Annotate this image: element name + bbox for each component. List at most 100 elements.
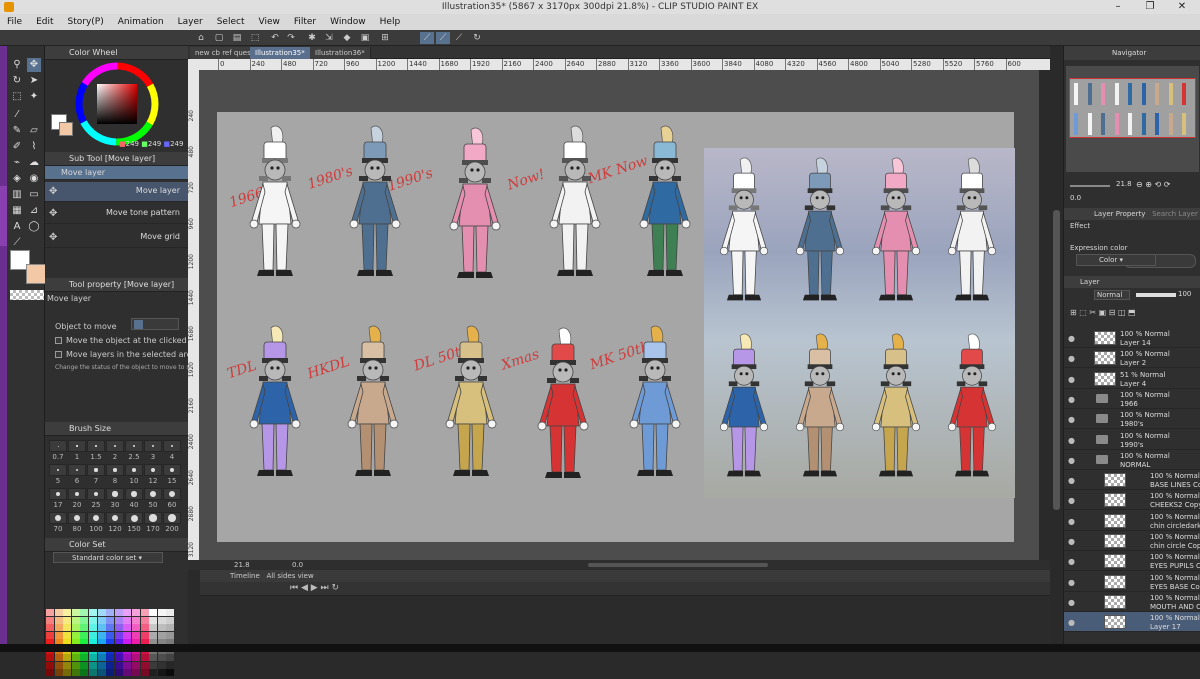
brush-size-option[interactable]	[68, 464, 86, 476]
color-wheel[interactable]	[75, 62, 159, 146]
menu-file[interactable]: File	[0, 14, 29, 30]
color-swatch[interactable]	[140, 624, 149, 631]
layer-visibility-icon[interactable]: ●	[1068, 334, 1075, 343]
color-swatch[interactable]	[89, 669, 97, 676]
menu-animation[interactable]: Animation	[111, 14, 171, 30]
color-swatch[interactable]	[63, 624, 72, 631]
blend-mode-dropdown[interactable]: Normal	[1094, 290, 1130, 300]
brush-size-option[interactable]	[163, 512, 181, 524]
brush-size-option[interactable]	[87, 440, 105, 452]
color-swatch[interactable]	[157, 631, 166, 639]
layer-visibility-icon[interactable]: ●	[1068, 395, 1075, 404]
layer-actions-icon[interactable]: ⊞ ⬚ ✂ ▣ ⊟ ◫ ⬒	[1070, 308, 1136, 317]
redo-icon[interactable]: ↷	[284, 32, 298, 44]
color-swatch[interactable]	[123, 654, 132, 661]
color-swatch[interactable]	[166, 669, 175, 676]
brush-tool-icon[interactable]: ⌇	[27, 140, 41, 154]
checkbox[interactable]	[55, 351, 62, 358]
zoom-tool-icon[interactable]: ⚲	[10, 58, 24, 72]
color-swatch[interactable]	[54, 631, 63, 639]
minimize-button[interactable]: –	[1102, 0, 1134, 14]
color-swatch[interactable]	[97, 631, 106, 639]
brush-size-option[interactable]	[125, 464, 143, 476]
menu-filter[interactable]: Filter	[287, 14, 323, 30]
brush-size-option[interactable]	[106, 488, 124, 500]
color-set-dropdown[interactable]: Standard color set ▾	[53, 552, 163, 563]
balloon-tool-icon[interactable]: ◯	[27, 220, 41, 234]
selection-tool-icon[interactable]: ⬚	[10, 90, 24, 104]
brush-size-option[interactable]	[87, 488, 105, 500]
color-swatch[interactable]	[149, 616, 158, 624]
figure-tool-icon[interactable]: ▭	[27, 188, 41, 202]
brush-size-option[interactable]	[144, 464, 162, 476]
brush-size-option[interactable]	[49, 440, 67, 452]
layer-row[interactable]: ● 100 % Normal Layer 17	[1064, 612, 1200, 633]
vertical-scroll-thumb[interactable]	[1053, 210, 1060, 510]
color-swatch[interactable]	[166, 624, 175, 631]
color-swatch[interactable]	[140, 661, 149, 669]
brush-size-option[interactable]	[49, 512, 67, 524]
color-swatch[interactable]	[89, 661, 97, 669]
color-swatch[interactable]	[63, 631, 72, 639]
layer-row[interactable]: ● 100 % Normal NORMAL	[1064, 450, 1200, 470]
color-swatch[interactable]	[97, 669, 106, 676]
navigator-preview[interactable]	[1066, 66, 1199, 172]
color-swatch[interactable]	[123, 661, 132, 669]
color-swatch[interactable]	[46, 616, 54, 624]
color-swatch[interactable]	[97, 661, 106, 669]
color-swatch[interactable]	[46, 631, 54, 639]
brush-size-option[interactable]	[49, 488, 67, 500]
option-selected-area[interactable]: Move layers in the selected area	[55, 350, 196, 359]
maximize-button[interactable]: ❐	[1134, 0, 1166, 14]
brush-size-option[interactable]	[106, 440, 124, 452]
color-swatch[interactable]	[157, 616, 166, 624]
navigator-angle[interactable]: 0.0	[1070, 194, 1081, 202]
color-swatch[interactable]	[106, 616, 115, 624]
color-swatch[interactable]	[54, 669, 63, 676]
gradient-tool-icon[interactable]: ▥	[10, 188, 24, 202]
color-swatch[interactable]	[140, 654, 149, 661]
tab-illustration36[interactable]: Illustration36*	[310, 47, 371, 59]
brush-size-option[interactable]	[106, 464, 124, 476]
color-swatch[interactable]	[46, 654, 54, 661]
horizontal-scrollbar[interactable]	[588, 563, 768, 567]
transform-icon[interactable]: ⇲	[322, 32, 336, 44]
layer-visibility-icon[interactable]: ●	[1068, 456, 1075, 465]
brush-size-option[interactable]	[144, 512, 162, 524]
opacity-slider[interactable]	[1136, 293, 1176, 297]
color-swatch[interactable]	[106, 669, 115, 676]
vertical-scrollbar[interactable]	[1050, 70, 1063, 560]
color-swatch[interactable]	[166, 654, 175, 661]
menu-help[interactable]: Help	[373, 14, 408, 30]
eraser-tool-icon[interactable]: ▱	[27, 124, 41, 138]
brush-size-option[interactable]	[68, 512, 86, 524]
move-tool-icon[interactable]: ✥	[27, 58, 41, 72]
menu-window[interactable]: Window	[323, 14, 373, 30]
brush-size-option[interactable]	[87, 512, 105, 524]
color-swatch[interactable]	[157, 609, 166, 616]
layer-visibility-icon[interactable]: ●	[1068, 496, 1075, 505]
color-swatch[interactable]	[80, 624, 89, 631]
canvas-zoom-value[interactable]: 21.8	[234, 560, 250, 570]
frame-tool-icon[interactable]: ▦	[10, 204, 24, 218]
brush-size-option[interactable]	[68, 488, 86, 500]
color-swatch[interactable]	[97, 624, 106, 631]
color-swatch[interactable]	[89, 609, 97, 616]
color-swatch[interactable]	[97, 654, 106, 661]
color-swatch[interactable]	[63, 609, 72, 616]
color-swatch[interactable]	[106, 624, 115, 631]
color-swatch[interactable]	[149, 669, 158, 676]
color-swatch[interactable]	[149, 661, 158, 669]
clear-icon[interactable]: ✱	[305, 32, 319, 44]
layer-visibility-icon[interactable]: ●	[1068, 415, 1075, 424]
color-swatch[interactable]	[80, 661, 89, 669]
canvas-artboard[interactable]: 1966 1980's 1990's Now! MK Now TDL HKDL DL 50th…	[217, 112, 1015, 542]
color-swatch[interactable]	[80, 669, 89, 676]
brush-size-option[interactable]	[144, 488, 162, 500]
canvas-rotation-value[interactable]: 0.0	[292, 560, 303, 570]
color-swatch[interactable]	[71, 609, 80, 616]
color-swatch[interactable]	[97, 609, 106, 616]
close-button[interactable]: ✕	[1166, 0, 1198, 14]
color-swatch[interactable]	[132, 616, 140, 624]
transparent-color-swatch[interactable]	[10, 290, 44, 300]
